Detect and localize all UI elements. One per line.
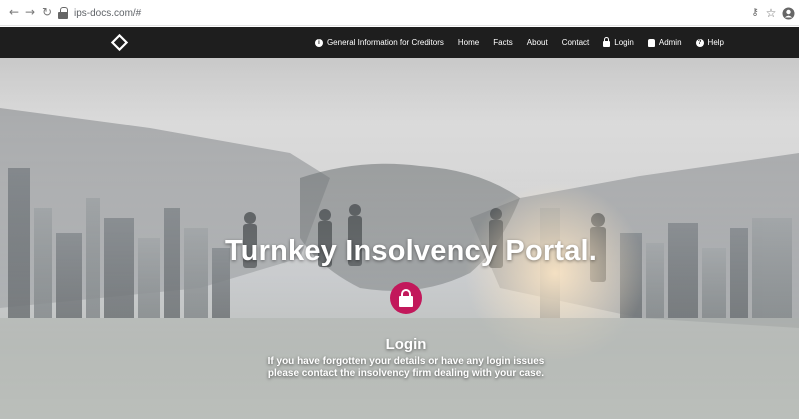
nav-home[interactable]: Home [458,38,479,47]
help-icon: ? [695,38,704,47]
nav-label: Login [614,38,634,47]
reload-icon[interactable]: ↻ [39,4,55,20]
hero-banner: Turnkey Insolvency Portal. Login If you … [0,58,799,419]
diamond-logo-icon[interactable] [110,33,129,52]
login-help-line: If you have forgotten your details or ha… [267,356,545,367]
nav-help[interactable]: ? Help [695,38,724,47]
login-lock-button[interactable] [390,282,422,314]
lock-icon [603,36,611,47]
star-icon[interactable]: ☆ [764,4,778,22]
hero-title: Turnkey Insolvency Portal. [224,235,598,267]
admin-icon [647,38,655,47]
login-help-line: please contact the insolvency firm deali… [267,368,545,379]
nav-label: Contact [561,38,590,47]
nav-about[interactable]: About [527,38,548,47]
url-text[interactable]: ips-docs.com/# [74,8,141,19]
forward-arrow-icon[interactable]: → [22,4,38,20]
browser-toolbar: ← → ↻ ips-docs.com/# ⚷ ☆ [0,0,799,26]
nav-facts[interactable]: Facts [493,38,513,47]
nav-label: Facts [493,38,513,47]
secure-lock-icon [58,7,68,19]
info-icon: i [314,38,323,47]
nav-label: General Information for Creditors [326,38,444,47]
nav-general-information[interactable]: i General Information for Creditors [314,38,444,47]
nav-contact[interactable]: Contact [562,38,590,47]
nav-label: About [526,38,548,47]
nav-label: Admin [658,38,682,47]
key-icon[interactable]: ⚷ [748,4,762,22]
nav-login[interactable]: Login [603,36,634,47]
nav-label: Home [457,38,480,47]
address-bar[interactable]: ips-docs.com/# [58,5,358,21]
main-nav: i General Information for Creditors Home… [314,27,724,58]
login-link[interactable]: Login [0,336,799,353]
back-arrow-icon[interactable]: ← [6,4,22,20]
nav-admin[interactable]: Admin [647,38,682,47]
nav-label: Help [707,38,724,47]
site-header: i General Information for Creditors Home… [0,27,799,58]
login-help-text: If you have forgotten your details or ha… [0,356,799,380]
profile-icon[interactable] [781,4,795,22]
